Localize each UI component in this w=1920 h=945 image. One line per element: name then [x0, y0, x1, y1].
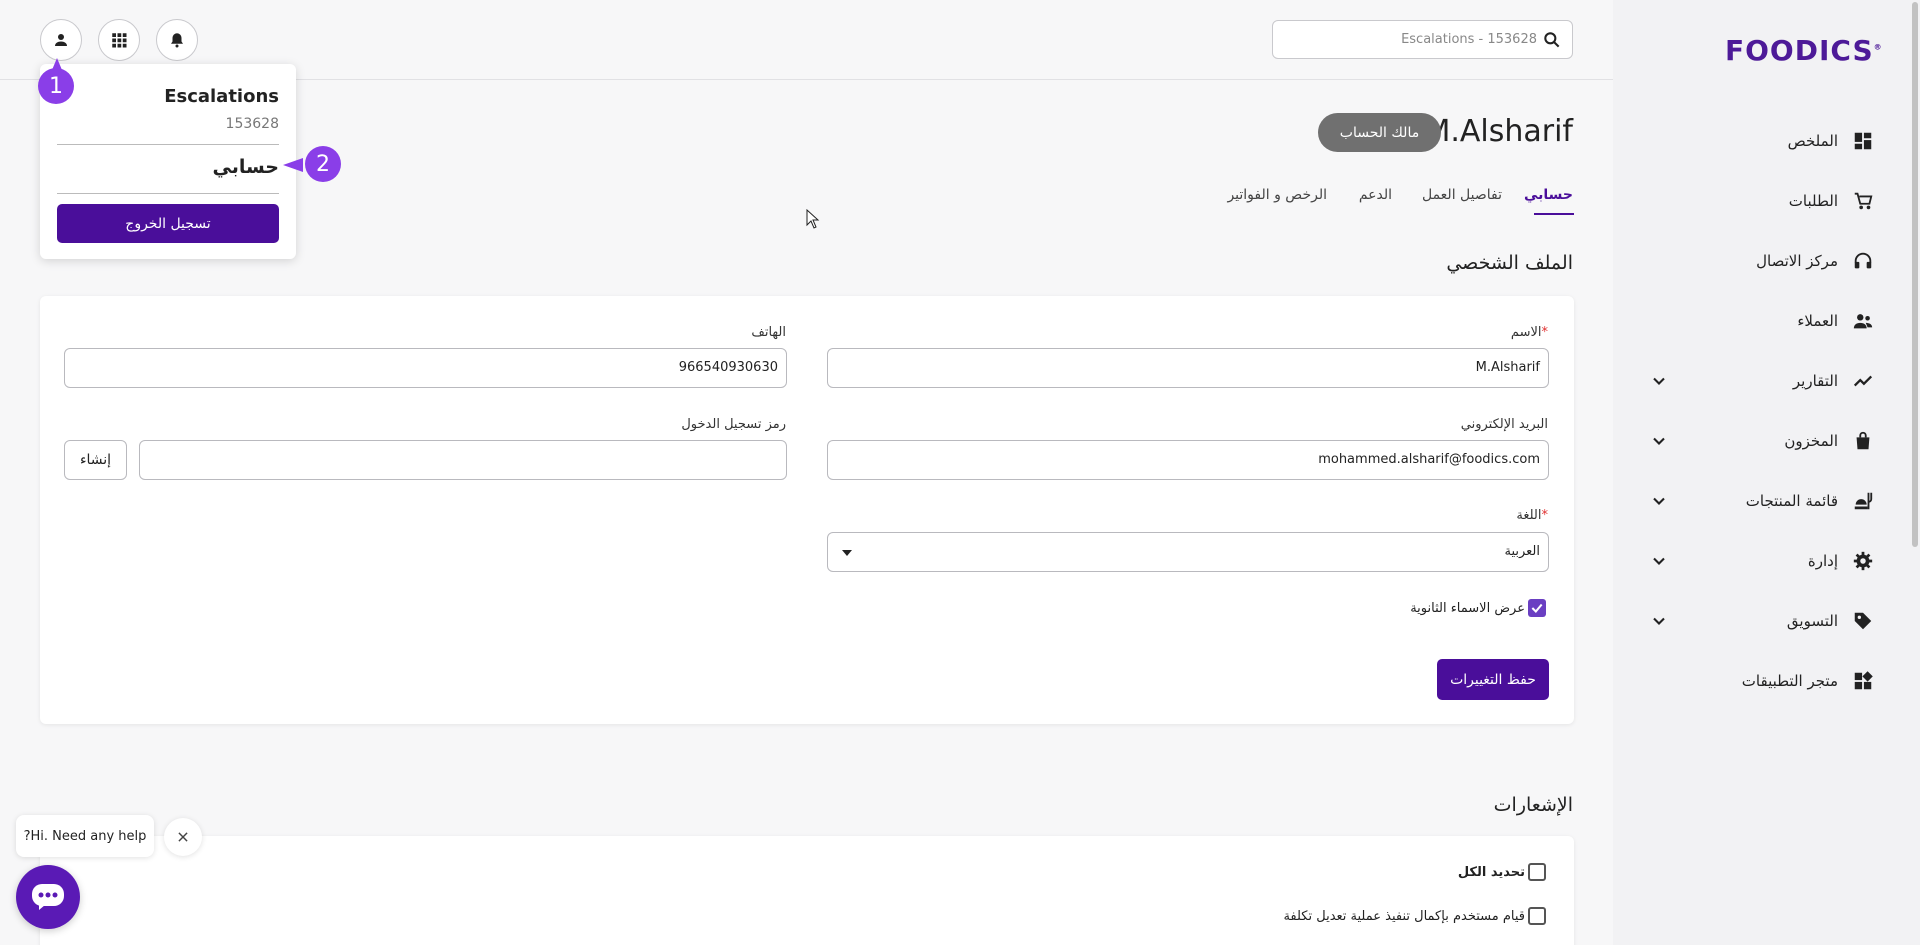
sidebar-item-reports[interactable]: التقارير	[1613, 361, 1920, 401]
language-value: العربية	[1504, 544, 1540, 559]
dashboard-icon	[1850, 128, 1876, 154]
sidebar-item-orders[interactable]: الطلبات	[1613, 181, 1920, 221]
sidebar-item-call-center[interactable]: مركز الاتصال	[1613, 241, 1920, 281]
notification-label: قيام مستخدم بإكمال تنفيذ عملية تعديل تكل…	[1283, 909, 1525, 924]
language-select[interactable]: العربية	[827, 532, 1549, 572]
login-code-field[interactable]	[139, 440, 787, 480]
phone-label: الهاتف	[751, 325, 786, 340]
sidebar-item-label: العملاء	[1797, 312, 1838, 330]
chevron-down-icon	[1653, 497, 1665, 505]
active-tab-indicator	[1534, 213, 1574, 215]
sidebar-item-menu[interactable]: قائمة المنتجات	[1613, 481, 1920, 521]
name-label: الاسم*	[1510, 325, 1548, 340]
tab-business-details[interactable]: تفاصيل العمل	[1422, 187, 1502, 203]
step-marker-1: 1	[38, 68, 74, 104]
sidebar-item-manage[interactable]: إدارة	[1613, 541, 1920, 581]
caret-down-icon	[842, 550, 852, 556]
login-code-label: رمز تسجيل الدخول	[681, 417, 786, 432]
secondary-names-label: عرض الاسماء الثانوية	[1410, 601, 1525, 616]
bell-icon	[171, 33, 183, 48]
save-button[interactable]: حفظ التغييرات	[1437, 659, 1549, 700]
sidebar-item-label: مركز الاتصال	[1756, 252, 1838, 270]
foodics-logo[interactable]: FOODICS®	[1725, 34, 1883, 67]
food-icon	[1850, 488, 1876, 514]
tab-licenses-invoices[interactable]: الرخص و الفواتير	[1227, 187, 1327, 203]
sidebar-item-label: التسويق	[1786, 612, 1838, 630]
grid-icon	[112, 33, 127, 48]
notification-checkbox[interactable]	[1528, 907, 1546, 925]
select-all-label: تحديد الكل	[1457, 865, 1525, 880]
mouse-cursor-icon	[806, 209, 820, 229]
chat-launcher-button[interactable]	[16, 865, 80, 929]
tab-support[interactable]: الدعم	[1359, 187, 1392, 203]
account-id: 153628	[225, 116, 279, 132]
marker-pointer	[283, 158, 303, 172]
step-marker-2: 2	[305, 146, 341, 182]
chat-icon	[32, 884, 64, 910]
name-value: M.Alsharif	[1475, 360, 1540, 375]
sidebar-item-marketing[interactable]: التسويق	[1613, 601, 1920, 641]
email-value: mohammed.alsharif@foodics.com	[1318, 452, 1540, 467]
secondary-names-checkbox[interactable]	[1528, 599, 1546, 617]
sidebar-item-label: المخزون	[1784, 432, 1838, 450]
trend-icon	[1850, 368, 1876, 394]
sidebar-item-label: قائمة المنتجات	[1745, 492, 1838, 510]
page-title: M.Alsharif	[1424, 114, 1573, 149]
select-all-checkbox[interactable]	[1528, 863, 1546, 881]
headset-icon	[1850, 248, 1876, 274]
email-field[interactable]: mohammed.alsharif@foodics.com	[827, 440, 1549, 480]
help-text: Hi. Need any help?	[23, 828, 147, 844]
notifications-button[interactable]	[156, 19, 198, 61]
cart-icon	[1850, 188, 1876, 214]
sidebar-item-app-store[interactable]: متجر التطبيقات	[1613, 661, 1920, 701]
language-label: اللغة*	[1516, 508, 1548, 523]
sidebar-item-inventory[interactable]: المخزون	[1613, 421, 1920, 461]
tab-my-account[interactable]: حسابي	[1524, 187, 1573, 203]
chevron-down-icon	[1653, 437, 1665, 445]
sidebar-item-label: التقارير	[1792, 372, 1838, 390]
bag-icon	[1850, 428, 1876, 454]
close-help-button[interactable]	[164, 818, 202, 856]
close-icon	[178, 832, 188, 842]
marker-pointer	[52, 58, 62, 70]
sidebar-item-customers[interactable]: العملاء	[1613, 301, 1920, 341]
apps-icon	[1850, 668, 1876, 694]
apps-grid-button[interactable]	[98, 19, 140, 61]
help-bubble[interactable]: Hi. Need any help?	[16, 815, 154, 857]
my-account-link[interactable]: حسابي	[212, 156, 279, 178]
chevron-down-icon	[1653, 557, 1665, 565]
check-icon	[1531, 603, 1543, 614]
phone-field[interactable]: 966540930630	[64, 348, 787, 388]
account-button[interactable]	[40, 19, 82, 61]
search-text: Escalations - 153628	[1401, 32, 1537, 47]
account-dropdown: Escalations 153628 حسابي تسجيل الخروج	[40, 64, 296, 259]
sidebar-item-label: إدارة	[1807, 552, 1838, 570]
tag-icon	[1850, 608, 1876, 634]
role-badge: مالك الحساب	[1318, 113, 1441, 152]
divider	[57, 193, 279, 194]
scrollbar-thumb[interactable]	[1912, 2, 1918, 547]
logout-button[interactable]: تسجيل الخروج	[57, 204, 279, 243]
profile-section-title: الملف الشخصي	[1446, 252, 1573, 274]
chevron-down-icon	[1653, 377, 1665, 385]
generate-code-button[interactable]: إنشاء	[64, 440, 127, 480]
search-icon[interactable]	[1542, 30, 1562, 50]
person-icon	[55, 34, 67, 46]
account-title: Escalations	[164, 86, 279, 107]
email-label: البريد الإلكتروني	[1460, 417, 1548, 432]
gear-icon	[1850, 548, 1876, 574]
people-icon	[1850, 308, 1876, 334]
phone-value: 966540930630	[678, 360, 778, 375]
sidebar-item-label: الطلبات	[1788, 192, 1838, 210]
name-field[interactable]: M.Alsharif	[827, 348, 1549, 388]
sidebar: FOODICS® الملخص الطلبات مركز الاتصال الع…	[1613, 0, 1920, 945]
sidebar-item-label: متجر التطبيقات	[1741, 672, 1838, 690]
sidebar-item-label: الملخص	[1787, 132, 1838, 150]
divider	[57, 144, 279, 145]
sidebar-item-summary[interactable]: الملخص	[1613, 121, 1920, 161]
chevron-down-icon	[1653, 617, 1665, 625]
notifications-section-title: الإشعارات	[1493, 794, 1573, 816]
notifications-card	[40, 836, 1574, 945]
search-input[interactable]: Escalations - 153628	[1272, 20, 1573, 59]
